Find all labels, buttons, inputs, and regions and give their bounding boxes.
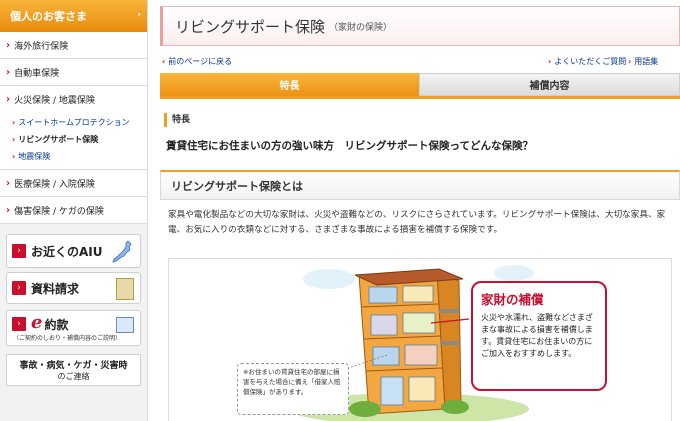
sidebar-subitem-label: 地震保険 [18, 151, 51, 161]
feature-heading: 賃貸住宅にお住まいの方の強い味方 リビングサポート保険ってどんな保険？ [166, 140, 533, 152]
tab-bar: 特長 補償内容 [160, 73, 680, 99]
sidebar-item-label: 傷害保険 / ケガの保険 [14, 206, 104, 217]
sidebar-item-label: 海外旅行保険 [14, 41, 69, 52]
chevron-left-icon: ‹ [162, 57, 166, 66]
glossary-link[interactable]: › 用語集 [628, 56, 658, 67]
sidebar-item-label: 自動車保険 [14, 68, 60, 79]
page-title-box: リビングサポート保険 （家財の保険） [160, 6, 680, 46]
computer-icon [116, 317, 134, 334]
sidebar-item-fire-earthquake[interactable]: › 火災保険 / 地震保険 [0, 86, 147, 113]
nearby-aiu-label: お近くのAIU [31, 244, 103, 259]
japan-map-icon [112, 240, 132, 264]
sidebar-subitem-label: リビングサポート保険 [18, 134, 99, 144]
page-title: リビングサポート保険 [175, 17, 326, 36]
chevron-right-icon: › [137, 10, 141, 20]
chevron-right-icon: › [6, 177, 11, 189]
faq-link[interactable]: › よくいただくご質問 [548, 56, 626, 67]
glossary-link-label: 用語集 [634, 57, 659, 66]
feature-label: 特長 [164, 113, 190, 127]
sidebar-submenu: › スイートホームプロテクション › リビングサポート保険 › 地震保険 [0, 113, 147, 171]
sidebar-item-overseas-travel[interactable]: › 海外旅行保険 [0, 32, 147, 59]
request-materials-label: 資料請求 [31, 281, 80, 296]
e-letter: e [31, 312, 43, 334]
accident-contact-button[interactable]: 事故・病気・ケガ・災害時 のご連絡 [6, 354, 141, 387]
coverage-callout: 家財の補償 火災や水濡れ、盗難などさまざまな事故による損害を補償します。賃貸住宅… [471, 281, 607, 391]
utility-nav: ‹ 前のページに戻る › よくいただくご質問 › 用語集 [160, 56, 680, 68]
sidebar-subitem-sweet-home[interactable]: › スイートホームプロテクション [0, 115, 147, 132]
sidebar: 個人のお客さま › › 海外旅行保険 › 自動車保険 › 火災保険 / 地震保険… [0, 0, 148, 421]
request-materials-button[interactable]: › 資料請求 [6, 272, 141, 305]
chevron-right-icon: › [12, 281, 26, 296]
faq-link-label: よくいただくご質問 [554, 57, 627, 66]
callout-title: 家財の補償 [481, 292, 544, 307]
chevron-right-icon: › [12, 244, 26, 259]
chevron-right-icon: › [6, 39, 11, 51]
accident-contact-line2: のご連絡 [57, 372, 90, 382]
document-icon [116, 278, 134, 301]
chevron-right-icon: › [6, 94, 11, 105]
chevron-right-icon: › [12, 317, 26, 332]
sidebar-item-label: 医療保険 / 入院保険 [14, 179, 95, 190]
tab-coverage[interactable]: 補償内容 [419, 73, 680, 96]
main-content: リビングサポート保険 （家財の保険） ‹ 前のページに戻る › よくいただくご質問 … [160, 0, 680, 421]
chevron-right-icon: › [6, 66, 11, 78]
chevron-right-icon: › [12, 118, 16, 127]
callout-body: 火災や水濡れ、盗難などさまざまな事故による損害を補償します。賃貸住宅にお住まいの… [481, 313, 593, 358]
sidebar-item-medical[interactable]: › 医療保険 / 入院保険 [0, 170, 147, 198]
back-link-label: 前のページに戻る [168, 57, 233, 66]
description-text: 家具や電化製品などの大切な家財は、火災や盗難などの、リスクにさらされています。リ… [168, 210, 666, 235]
chevron-right-icon: › [12, 134, 16, 144]
chevron-right-icon: › [548, 57, 552, 66]
section-title: リビングサポート保険とは [160, 170, 680, 200]
sidebar-item-label: 火災保険 / 地震保険 [14, 96, 95, 106]
sidebar-item-auto[interactable]: › 自動車保険 [0, 59, 147, 86]
sidebar-subitem-earthquake[interactable]: › 地震保険 [0, 149, 147, 166]
e-yakkan-label: 約款 [44, 318, 69, 333]
tab-features[interactable]: 特長 [160, 73, 419, 96]
tenant-liability-note: ※お住まいの賃貸住宅の部屋に損害を与えた場合に備え「借家人賠償保険」があります。 [237, 363, 349, 415]
chevron-right-icon: › [628, 57, 632, 66]
sidebar-subitem-label: スイートホームプロテクション [18, 118, 130, 127]
sidebar-header[interactable]: 個人のお客さま › [0, 0, 147, 32]
sidebar-subitem-living-support[interactable]: › リビングサポート保険 [0, 132, 147, 149]
back-link[interactable]: ‹ 前のページに戻る [162, 56, 232, 67]
chevron-right-icon: › [12, 151, 16, 161]
page-subtitle: （家財の保険） [329, 22, 393, 33]
nearby-aiu-button[interactable]: › お近くのAIU [6, 234, 141, 269]
e-yakkan-button[interactable]: › e 約款 （ご契約のしおり・補償内容のご説明） [6, 310, 141, 347]
accident-contact-line1: 事故・病気・ケガ・災害時 [19, 361, 128, 372]
chevron-right-icon: › [6, 204, 11, 216]
sidebar-header-label: 個人のお客さま [10, 10, 87, 23]
illustration-panel: 家財の補償 火災や水濡れ、盗難などさまざまな事故による損害を補償します。賃貸住宅… [168, 258, 672, 421]
sidebar-item-injury[interactable]: › 傷害保険 / ケガの保険 [0, 197, 147, 225]
e-yakkan-note: （ご契約のしおり・補償内容のご説明） [13, 335, 122, 343]
